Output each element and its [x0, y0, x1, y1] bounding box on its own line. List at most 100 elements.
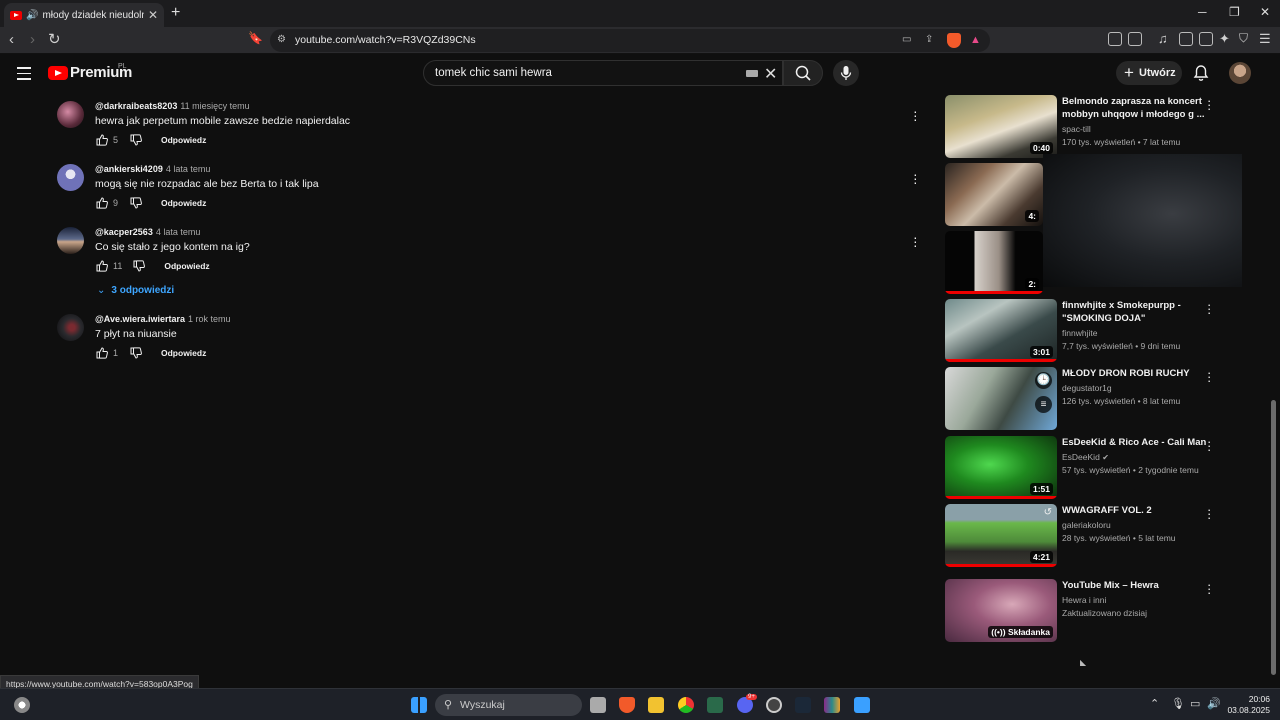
- dislike-icon[interactable]: [132, 259, 146, 273]
- comment-more-icon[interactable]: · · ·: [913, 167, 918, 189]
- video-thumbnail[interactable]: 2:: [945, 231, 1043, 294]
- close-tab-icon[interactable]: ✕: [148, 8, 158, 22]
- sidebar-icon[interactable]: [1179, 32, 1193, 46]
- video-thumbnail[interactable]: 4:: [945, 163, 1043, 226]
- brave-rewards-icon[interactable]: ▲: [970, 34, 981, 46]
- avatar[interactable]: [57, 314, 84, 341]
- keyboard-icon[interactable]: [746, 70, 758, 77]
- video-thumbnail[interactable]: ((•)) Składanka: [945, 579, 1057, 642]
- taskbar-search-input[interactable]: ⚲ Wyszukaj: [435, 694, 582, 716]
- comment-author[interactable]: @darkraibeats8203: [95, 101, 177, 111]
- taskbar-clock[interactable]: 20:06 03.08.2025: [1222, 694, 1270, 716]
- dislike-icon[interactable]: [129, 196, 143, 210]
- media-icon[interactable]: ♫: [1158, 31, 1168, 46]
- network-icon[interactable]: ▭: [1190, 697, 1200, 710]
- video-channel[interactable]: EsDeeKid ✔: [1062, 452, 1109, 462]
- comment-more-icon[interactable]: · · ·: [913, 230, 918, 252]
- related-video[interactable]: ↺ 4:21 WWAGRAFF VOL. 2 galeriakoloru 28 …: [945, 503, 1225, 568]
- show-replies-button[interactable]: ⌄ 3 odpowiedzi: [97, 285, 174, 296]
- video-channel[interactable]: degustator1g: [1062, 383, 1112, 393]
- video-thumbnail[interactable]: ↺ 4:21: [945, 504, 1057, 567]
- page-scrollbar[interactable]: [1271, 400, 1276, 675]
- microphone-icon[interactable]: 🎙: [1171, 697, 1185, 710]
- related-video[interactable]: 1:51 EsDeeKid & Rico Ace - Cali Man EsDe…: [945, 435, 1225, 500]
- related-video[interactable]: 🕒 ≡ MŁODY DRON ROBI RUCHY degustator1g 1…: [945, 366, 1225, 431]
- file-explorer-icon[interactable]: [648, 697, 664, 713]
- avatar[interactable]: [57, 164, 84, 191]
- vpn-shield-icon[interactable]: ⛉: [1239, 31, 1248, 46]
- video-title[interactable]: Belmondo zaprasza na koncert mobbyn uhqq…: [1062, 95, 1207, 121]
- video-more-icon[interactable]: · · ·: [1207, 366, 1211, 387]
- bookmark-icon[interactable]: 🔖: [248, 31, 263, 45]
- video-channel[interactable]: Hewra i inni: [1062, 595, 1106, 605]
- video-channel[interactable]: spac-till: [1062, 124, 1091, 134]
- reply-button[interactable]: Odpowiedz: [164, 261, 209, 271]
- steam-icon[interactable]: [795, 697, 811, 713]
- video-more-icon[interactable]: · · ·: [1207, 435, 1211, 456]
- video-thumbnail[interactable]: 🕒 ≡: [945, 367, 1057, 430]
- winrar-icon[interactable]: [824, 697, 840, 713]
- excel-icon[interactable]: [707, 697, 723, 713]
- reply-button[interactable]: Odpowiedz: [161, 348, 206, 358]
- comment-time[interactable]: 4 lata temu: [156, 227, 201, 237]
- avatar[interactable]: [57, 101, 84, 128]
- start-windows-icon[interactable]: [411, 697, 427, 713]
- back-icon[interactable]: ‹: [9, 31, 14, 48]
- chrome-icon[interactable]: [678, 697, 694, 713]
- menu-icon[interactable]: ☰: [1259, 31, 1271, 47]
- video-channel[interactable]: finnwhjite: [1062, 328, 1097, 338]
- voice-search-button[interactable]: [833, 60, 859, 86]
- like-icon[interactable]: [95, 346, 109, 360]
- like-icon[interactable]: [95, 133, 109, 147]
- dislike-icon[interactable]: [129, 346, 143, 360]
- share-icon[interactable]: ⇪: [925, 34, 933, 45]
- reload-icon[interactable]: ↻: [48, 30, 61, 48]
- app-icon[interactable]: [766, 697, 782, 713]
- address-bar[interactable]: ⚙ youtube.com/watch?v=R3VQZd39CNs ▭ ⇪ ▲: [270, 29, 990, 52]
- watch-later-icon[interactable]: 🕒: [1035, 372, 1052, 389]
- video-thumbnail[interactable]: 3:01: [945, 299, 1057, 362]
- forward-icon[interactable]: ›: [30, 31, 35, 48]
- clear-search-icon[interactable]: ✕: [764, 64, 777, 84]
- video-title[interactable]: YouTube Mix – Hewra: [1062, 579, 1207, 592]
- search-button[interactable]: [783, 60, 823, 86]
- related-video[interactable]: ((•)) Składanka YouTube Mix – Hewra Hewr…: [945, 578, 1225, 643]
- youtube-logo-icon[interactable]: [48, 66, 68, 80]
- task-view-icon[interactable]: [590, 697, 606, 713]
- brave-browser-icon[interactable]: [619, 697, 635, 713]
- site-settings-icon[interactable]: ⚙: [277, 34, 286, 45]
- minimize-icon[interactable]: ─: [1198, 5, 1207, 19]
- related-video[interactable]: 3:01 finnwhjite x Smokepurpp - "SMOKING …: [945, 298, 1225, 363]
- volume-icon[interactable]: 🔊: [1207, 697, 1221, 710]
- comment-time[interactable]: 11 miesięcy temu: [180, 101, 249, 111]
- new-tab-icon[interactable]: +: [171, 4, 180, 22]
- notepad-icon[interactable]: [854, 697, 870, 713]
- leo-ai-icon[interactable]: ✦: [1219, 31, 1230, 47]
- create-button[interactable]: + Utwórz: [1116, 61, 1182, 85]
- cast-icon[interactable]: ▭: [902, 34, 911, 45]
- wallet-icon[interactable]: [1199, 32, 1213, 46]
- tray-overflow-icon[interactable]: ⌃: [1150, 697, 1159, 710]
- add-to-queue-icon[interactable]: ≡: [1035, 396, 1052, 413]
- comment-time[interactable]: 4 lata temu: [166, 164, 211, 174]
- reply-button[interactable]: Odpowiedz: [161, 135, 206, 145]
- video-more-icon[interactable]: · · ·: [1207, 94, 1211, 115]
- related-video[interactable]: 0:40 Belmondo zaprasza na koncert mobbyn…: [945, 94, 1225, 159]
- video-title[interactable]: WWAGRAFF VOL. 2: [1062, 504, 1207, 517]
- screenshot-icon[interactable]: [1128, 32, 1142, 46]
- comment-author[interactable]: @kacper2563: [95, 227, 153, 237]
- extensions-icon[interactable]: [1108, 32, 1122, 46]
- comment-more-icon[interactable]: · · ·: [913, 104, 918, 126]
- video-more-icon[interactable]: · · ·: [1207, 503, 1211, 524]
- video-channel[interactable]: galeriakoloru: [1062, 520, 1111, 530]
- weather-widget-icon[interactable]: [14, 697, 30, 713]
- like-icon[interactable]: [95, 196, 109, 210]
- hamburger-menu-icon[interactable]: [17, 67, 31, 84]
- video-more-icon[interactable]: · · ·: [1207, 578, 1211, 599]
- brave-shields-icon[interactable]: [947, 33, 961, 48]
- account-avatar[interactable]: [1229, 62, 1251, 84]
- dislike-icon[interactable]: [129, 133, 143, 147]
- video-title[interactable]: MŁODY DRON ROBI RUCHY: [1062, 367, 1207, 380]
- video-thumbnail[interactable]: 1:51: [945, 436, 1057, 499]
- miniplayer-overlay[interactable]: [1043, 154, 1242, 287]
